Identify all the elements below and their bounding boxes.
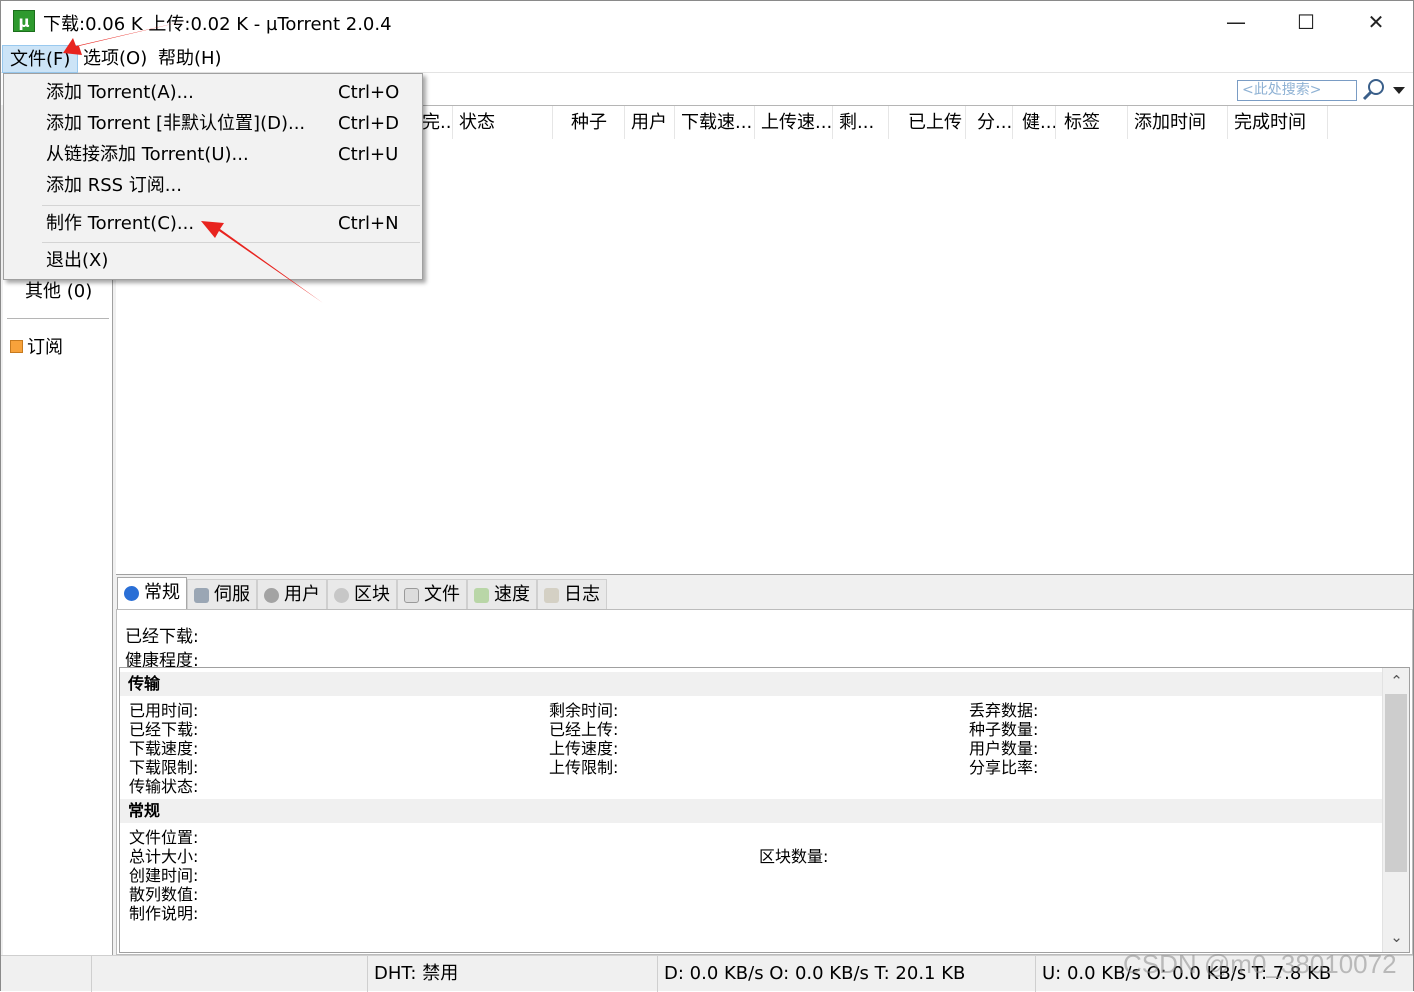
scroll-down-icon[interactable]: ⌄: [1383, 926, 1409, 948]
menu-item-label: 从链接添加 Torrent(U)...: [46, 144, 249, 165]
tab-label: 用户: [284, 584, 320, 605]
close-button[interactable]: ✕: [1341, 1, 1411, 43]
tab-label: 日志: [564, 584, 600, 605]
menu-separator: [42, 242, 420, 243]
menu-item-shortcut: Ctrl+D: [338, 113, 399, 134]
column-header-down-speed[interactable]: 下载速...: [675, 106, 755, 139]
info-icon: [124, 586, 139, 601]
search-icon[interactable]: [1361, 78, 1387, 102]
column-header-health[interactable]: 健...: [1016, 106, 1056, 139]
title-bar[interactable]: µ 下载:0.06 K 上传:0.02 K - µTorrent 2.0.4 —…: [1, 1, 1413, 43]
tab-trackers[interactable]: 伺服: [187, 579, 257, 609]
menu-item-label: 添加 Torrent [非默认位置](D)...: [46, 113, 306, 134]
column-header-eta[interactable]: 剩...: [833, 106, 889, 139]
field-upload-limit: 上传限制:: [549, 758, 619, 777]
tab-label: 速度: [494, 584, 530, 605]
detail-tabs: 常规 伺服 用户 区块 文件 速度 日志: [116, 577, 1413, 609]
minimize-button[interactable]: —: [1201, 1, 1271, 43]
search-input[interactable]: <此处搜索>: [1237, 80, 1357, 101]
tab-general[interactable]: 常规: [117, 577, 187, 609]
column-header-seeds[interactable]: 种子: [565, 106, 625, 139]
column-header-status[interactable]: 状态: [453, 106, 553, 139]
field-share-ratio: 分享比率:: [969, 758, 1039, 777]
column-header-up-speed[interactable]: 上传速...: [755, 106, 833, 139]
scroll-thumb[interactable]: [1385, 694, 1407, 872]
menu-item-shortcut: Ctrl+O: [338, 82, 400, 103]
files-icon: [404, 588, 419, 603]
watermark-text: CSDN @m0_38010072: [1123, 949, 1397, 979]
info-panel[interactable]: 传输 已用时间: 已经下载: 下载速度: 下载限制: 传输状态: 剩余时间: 已…: [119, 667, 1410, 953]
field-comment: 制作说明:: [129, 904, 199, 923]
tab-label: 区块: [354, 584, 390, 605]
minimize-icon: —: [1226, 10, 1246, 34]
tab-peers[interactable]: 用户: [257, 579, 327, 609]
sidebar-divider: [7, 318, 109, 319]
status-download[interactable]: D: 0.0 KB/s O: 0.0 KB/s T: 20.1 KB: [657, 956, 1035, 992]
column-header-uploaded[interactable]: 已上传: [902, 106, 966, 139]
tab-label: 常规: [144, 582, 180, 603]
menu-file[interactable]: 文件(F): [2, 45, 79, 73]
sidebar-item-feeds[interactable]: 订阅: [27, 333, 63, 359]
column-header-peers[interactable]: 用户: [625, 106, 675, 139]
utorrent-window: µ 下载:0.06 K 上传:0.02 K - µTorrent 2.0.4 —…: [0, 0, 1414, 992]
status-dht[interactable]: DHT: 禁用: [367, 956, 623, 992]
tab-files[interactable]: 文件: [397, 579, 467, 609]
column-header-completed[interactable]: 完成时间: [1228, 106, 1328, 139]
column-header-added[interactable]: 添加时间: [1128, 106, 1228, 139]
menu-item-exit[interactable]: 退出(X): [4, 246, 422, 276]
vertical-scrollbar[interactable]: ⌃ ⌄: [1382, 668, 1409, 952]
tracker-icon: [194, 588, 209, 603]
details-pane: 已经下载: 健康程度: 传输 已用时间: 已经下载: 下载速度: 下载限制: 传…: [116, 609, 1413, 955]
speed-icon: [474, 588, 489, 603]
menu-bar: 文件(F) 选项(O) 帮助(H): [1, 43, 1413, 73]
menu-item-label: 制作 Torrent(C)...: [46, 213, 195, 234]
field-status: 传输状态:: [129, 777, 199, 796]
column-header-ratio[interactable]: 分...: [971, 106, 1013, 139]
status-cell-empty: [91, 956, 367, 992]
logger-icon: [544, 588, 559, 603]
column-header-label[interactable]: 标签: [1058, 106, 1128, 139]
menu-separator: [42, 205, 420, 206]
general-heading: 常规: [120, 799, 1382, 823]
field-pieces: 区块数量:: [759, 847, 829, 866]
menu-item-create-torrent[interactable]: 制作 Torrent(C)... Ctrl+N: [4, 209, 422, 239]
window-title: 下载:0.06 K 上传:0.02 K - µTorrent 2.0.4: [43, 14, 392, 35]
menu-options[interactable]: 选项(O): [76, 45, 154, 73]
menu-help[interactable]: 帮助(H): [151, 45, 229, 73]
file-menu-dropdown: 添加 Torrent(A)... Ctrl+O 添加 Torrent [非默认位…: [3, 73, 423, 280]
menu-item-shortcut: Ctrl+N: [338, 213, 399, 234]
menu-item-label: 添加 Torrent(A)...: [46, 82, 194, 103]
menu-item-add-from-url[interactable]: 从链接添加 Torrent(U)... Ctrl+U: [4, 140, 422, 170]
scroll-up-icon[interactable]: ⌃: [1383, 670, 1409, 692]
maximize-icon: ☐: [1297, 10, 1315, 34]
tab-logger[interactable]: 日志: [537, 579, 607, 609]
close-icon: ✕: [1367, 10, 1385, 34]
tab-label: 伺服: [214, 584, 250, 605]
search-dropdown-icon[interactable]: [1393, 87, 1405, 94]
rss-icon: [10, 340, 23, 353]
tab-label: 文件: [424, 584, 460, 605]
menu-item-add-torrent[interactable]: 添加 Torrent(A)... Ctrl+O: [4, 78, 422, 108]
tab-pieces[interactable]: 区块: [327, 579, 397, 609]
menu-item-label: 退出(X): [46, 250, 109, 271]
menu-item-add-rss[interactable]: 添加 RSS 订阅...: [4, 171, 422, 201]
menu-item-label: 添加 RSS 订阅...: [46, 175, 182, 196]
transfer-heading: 传输: [120, 672, 1382, 696]
summary-downloaded: 已经下载:: [125, 627, 199, 647]
utorrent-app-icon[interactable]: µ: [13, 10, 35, 32]
tab-speed[interactable]: 速度: [467, 579, 537, 609]
maximize-button[interactable]: ☐: [1271, 1, 1341, 43]
menu-item-shortcut: Ctrl+U: [338, 144, 399, 165]
peers-icon: [264, 588, 279, 603]
menu-item-add-torrent-custom[interactable]: 添加 Torrent [非默认位置](D)... Ctrl+D: [4, 109, 422, 139]
pieces-icon: [334, 588, 349, 603]
sidebar-item-other[interactable]: 其他 (0): [25, 277, 92, 303]
